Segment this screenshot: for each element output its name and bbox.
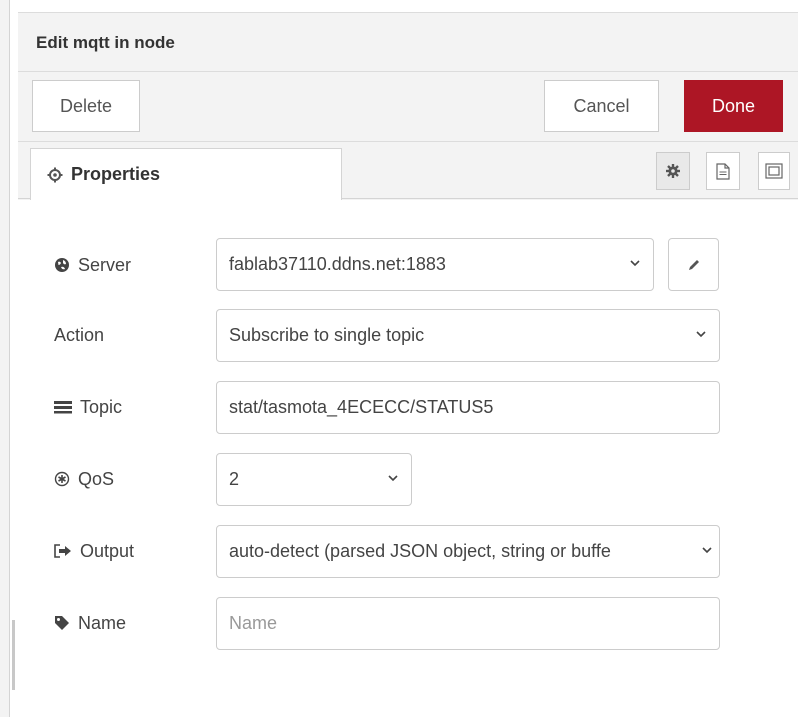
dialog-toolbar: Delete Cancel Done bbox=[18, 72, 798, 142]
cog-outline-icon bbox=[47, 167, 63, 183]
globe-icon bbox=[54, 257, 70, 273]
delete-button[interactable]: Delete bbox=[32, 80, 140, 132]
tab-appearance-button[interactable] bbox=[758, 152, 790, 190]
tag-icon bbox=[54, 615, 70, 631]
sign-out-icon bbox=[54, 544, 72, 558]
output-label: Output bbox=[54, 536, 134, 566]
action-select[interactable]: Subscribe to single topic bbox=[216, 309, 720, 362]
gear-icon bbox=[665, 163, 681, 179]
server-select[interactable]: fablab37110.ddns.net:1883 bbox=[216, 238, 654, 291]
name-input[interactable]: Name bbox=[216, 597, 720, 650]
topic-input[interactable]: stat/tasmota_4ECECC/STATUS5 bbox=[216, 381, 720, 434]
qos-label: QoS bbox=[54, 464, 114, 494]
tab-properties[interactable]: Properties bbox=[30, 148, 342, 200]
window-frame-icon bbox=[765, 163, 783, 179]
dialog-titlebar: Edit mqtt in node bbox=[18, 12, 798, 72]
name-label: Name bbox=[54, 608, 126, 638]
tab-properties-label: Properties bbox=[71, 164, 161, 184]
name-placeholder: Name bbox=[229, 613, 278, 633]
pencil-icon bbox=[687, 258, 701, 272]
qos-select[interactable]: 2 bbox=[216, 453, 412, 506]
chevron-down-icon bbox=[699, 542, 715, 558]
tab-description-button[interactable] bbox=[706, 152, 740, 190]
server-value: fablab37110.ddns.net:1883 bbox=[229, 254, 446, 274]
done-button[interactable]: Done bbox=[684, 80, 783, 132]
chevron-down-icon bbox=[385, 470, 401, 486]
edit-server-button[interactable] bbox=[668, 238, 719, 291]
chevron-down-icon bbox=[693, 326, 709, 342]
workspace-edge bbox=[0, 0, 15, 717]
file-text-icon bbox=[716, 162, 730, 180]
resize-handle[interactable] bbox=[12, 620, 15, 690]
qos-value: 2 bbox=[229, 469, 240, 489]
tab-settings-button[interactable] bbox=[656, 152, 690, 190]
tab-baseline bbox=[18, 198, 798, 199]
chevron-down-icon bbox=[627, 255, 643, 271]
asterisk-circle-icon bbox=[54, 471, 70, 487]
output-select[interactable]: auto-detect (parsed JSON object, string … bbox=[216, 525, 720, 578]
server-label: Server bbox=[54, 250, 131, 280]
editor-dialog: Edit mqtt in node Delete Cancel Done Pro… bbox=[0, 0, 798, 717]
action-value: Subscribe to single topic bbox=[229, 325, 425, 345]
action-label: Action bbox=[54, 324, 105, 345]
dialog-title: Edit mqtt in node bbox=[36, 33, 175, 52]
topic-value: stat/tasmota_4ECECC/STATUS5 bbox=[229, 397, 494, 417]
cancel-button[interactable]: Cancel bbox=[544, 80, 659, 132]
topic-label: Topic bbox=[54, 392, 122, 422]
list-icon bbox=[54, 400, 72, 414]
output-value: auto-detect (parsed JSON object, string … bbox=[229, 541, 611, 561]
